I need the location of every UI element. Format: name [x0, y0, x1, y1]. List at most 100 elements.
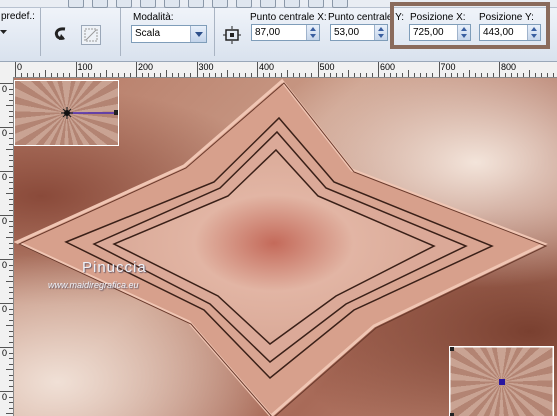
ruler-label: 0	[2, 84, 8, 94]
toolbar-icon[interactable]	[92, 0, 108, 8]
watermark-title: Pinuccia	[82, 259, 147, 276]
ruler-minor-tick	[6, 281, 13, 282]
separator	[40, 8, 41, 56]
ruler-minor-tick	[6, 105, 13, 106]
ruler-minor-tick	[172, 73, 174, 77]
ruler-minor-tick	[178, 73, 180, 77]
ruler-minor-tick	[63, 73, 65, 77]
ruler-minor-tick	[87, 73, 89, 77]
ruler-minor-tick	[220, 73, 222, 77]
ruler-minor-tick	[9, 138, 13, 139]
ruler-minor-tick	[9, 336, 13, 337]
ruler-minor-tick	[390, 73, 392, 77]
center-x-field[interactable]: 87,00	[251, 24, 320, 41]
ruler-label: 200	[138, 62, 154, 72]
toolbar-icon[interactable]	[284, 0, 300, 8]
toolbar-icon[interactable]	[68, 0, 84, 8]
ruler-minor-tick	[9, 121, 13, 123]
ruler-minor-tick	[9, 358, 13, 359]
move-center-icon[interactable]	[222, 25, 242, 45]
ruler-minor-tick	[323, 73, 325, 77]
chevron-down-icon[interactable]	[190, 26, 206, 42]
ruler-major-tick	[499, 62, 500, 77]
ruler-minor-tick	[263, 73, 265, 77]
ruler-major-tick	[15, 62, 16, 77]
toolbar-icon[interactable]	[332, 0, 348, 8]
ruler-minor-tick	[486, 73, 488, 77]
ruler-minor-tick	[9, 402, 13, 403]
ruler-minor-tick	[9, 330, 13, 332]
ruler-minor-tick	[6, 413, 13, 414]
ruler-minor-tick	[353, 73, 355, 77]
flip-icon[interactable]	[81, 25, 101, 45]
ruler-minor-tick	[9, 264, 13, 266]
ruler-minor-tick	[160, 73, 162, 77]
ruler-minor-tick	[517, 73, 519, 77]
ruler-minor-tick	[6, 325, 13, 326]
ruler-major-tick	[378, 62, 379, 77]
ruler-minor-tick	[45, 70, 47, 77]
ruler-minor-tick	[238, 73, 240, 77]
mode-label: Modalità:	[133, 12, 174, 23]
toolbar-icon[interactable]	[116, 0, 132, 8]
undo-icon[interactable]	[51, 25, 71, 45]
ruler-minor-tick	[541, 73, 543, 77]
ruler-label: 300	[198, 62, 214, 72]
watermark-url: www.maidiregrafica.eu	[48, 280, 139, 290]
ruler-minor-tick	[6, 149, 13, 150]
ruler-minor-tick	[9, 396, 13, 398]
ruler-minor-tick	[6, 193, 13, 194]
ruler-minor-tick	[523, 73, 525, 77]
ruler-minor-tick	[9, 165, 13, 167]
position-y-field[interactable]: 443,00	[479, 24, 541, 41]
ruler-minor-tick	[269, 73, 271, 77]
center-y-spinner[interactable]	[374, 25, 387, 40]
center-y-field[interactable]: 53,00	[330, 24, 388, 41]
ruler-minor-tick	[148, 73, 150, 77]
ruler-minor-tick	[154, 73, 156, 77]
ruler-minor-tick	[9, 209, 13, 211]
mode-select[interactable]: Scala	[131, 25, 207, 43]
ruler-minor-tick	[69, 73, 71, 77]
toolbar-icon[interactable]	[212, 0, 228, 8]
ruler-minor-tick	[9, 385, 13, 387]
separator	[120, 8, 121, 56]
ruler-minor-tick	[293, 73, 295, 77]
toolbar-icon[interactable]	[236, 0, 252, 8]
ruler-minor-tick	[9, 374, 13, 376]
ruler-label: 0	[2, 304, 8, 314]
ruler-minor-tick	[9, 248, 13, 249]
toolbar-icon[interactable]	[260, 0, 276, 8]
toolbar-icon[interactable]	[140, 0, 156, 8]
navigator-thumbnail[interactable]	[14, 80, 119, 146]
toolbar-icon[interactable]	[308, 0, 324, 8]
center-x-label: Punto centrale X:	[250, 12, 327, 23]
toolbar-icon[interactable]	[188, 0, 204, 8]
center-x-spinner[interactable]	[306, 25, 319, 40]
ruler-minor-tick	[21, 73, 23, 77]
position-y-spinner[interactable]	[527, 25, 540, 40]
ruler-minor-tick	[9, 308, 13, 310]
ruler-minor-tick	[27, 73, 29, 77]
ruler-minor-tick	[9, 220, 13, 222]
ruler-minor-tick	[57, 73, 59, 77]
ruler-major-tick	[196, 62, 198, 77]
ruler-minor-tick	[9, 116, 13, 117]
ruler-label: 0	[2, 392, 8, 402]
ruler-minor-tick	[287, 70, 289, 77]
ruler-minor-tick	[9, 319, 13, 321]
ruler-label: 600	[380, 62, 396, 72]
selection-preview-thumbnail[interactable]	[449, 346, 554, 416]
ruler-minor-tick	[347, 70, 349, 77]
image-canvas[interactable]: Pinuccia www.maidiregrafica.eu	[14, 78, 557, 416]
position-x-field[interactable]: 725,00	[409, 24, 471, 41]
ruler-minor-tick	[9, 270, 13, 271]
ruler-minor-tick	[9, 242, 13, 244]
ruler-minor-tick	[311, 73, 313, 77]
preset-dropdown-arrow-icon[interactable]	[0, 28, 8, 36]
ruler-minor-tick	[9, 275, 13, 277]
toolbar-icon[interactable]	[164, 0, 180, 8]
ruler-minor-tick	[9, 380, 13, 381]
ruler-minor-tick	[341, 73, 343, 77]
position-x-spinner[interactable]	[457, 25, 470, 40]
